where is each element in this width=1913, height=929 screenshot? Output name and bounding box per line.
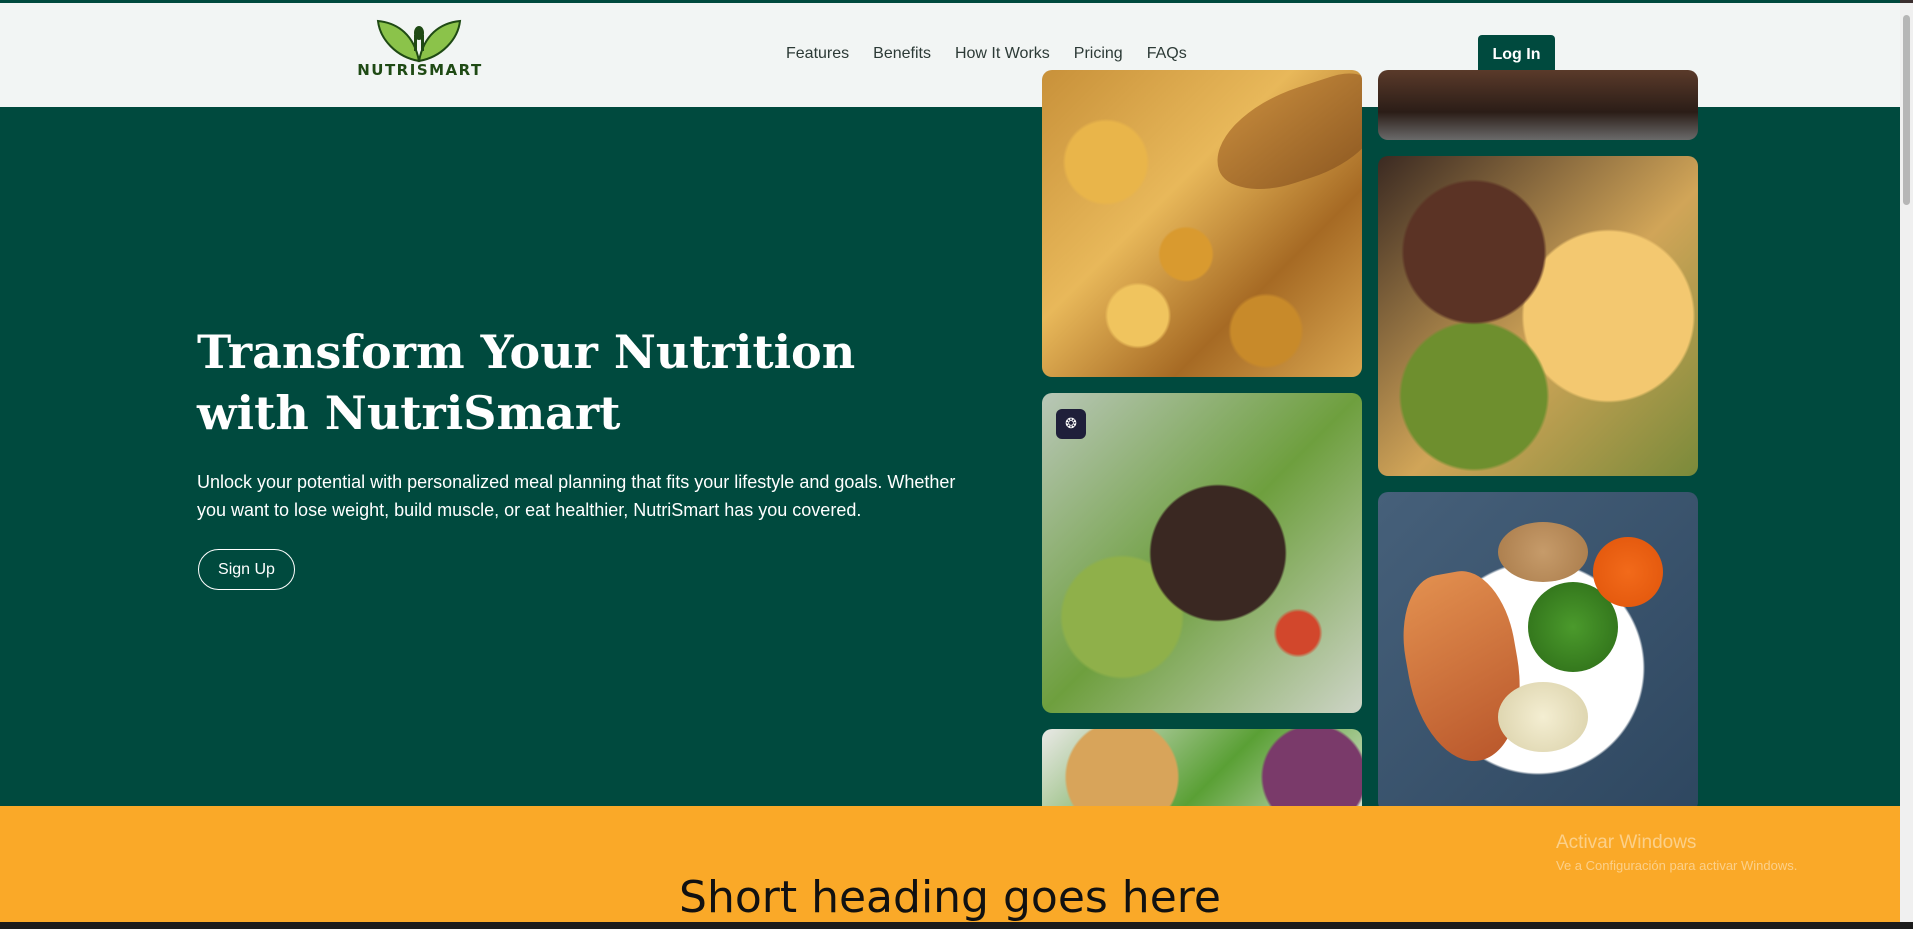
nav-features[interactable]: Features [786, 45, 849, 63]
rice [1498, 522, 1588, 582]
watermark-subtitle: Ve a Configuración para activar Windows. [1556, 858, 1798, 873]
roasted-potatoes-image [1042, 70, 1362, 377]
brand-name: NUTRISMART [357, 61, 483, 79]
steak-salad-image: ❂ [1042, 393, 1362, 713]
wooden-spoon [1202, 70, 1362, 205]
steak-mac-broccoli-image [1378, 156, 1698, 476]
nav-pricing[interactable]: Pricing [1074, 45, 1123, 63]
vertical-scrollbar[interactable] [1900, 3, 1913, 922]
nav-faqs[interactable]: FAQs [1147, 45, 1187, 63]
nutrismart-logo[interactable]: NUTRISMART [350, 17, 490, 81]
windows-activation-watermark: Activar Windows Ve a Configuración para … [1556, 832, 1797, 873]
secondary-section: Short heading goes here Activar Windows … [0, 806, 1900, 922]
image-badge-icon[interactable]: ❂ [1056, 409, 1086, 439]
hero-title: Transform Your Nutrition with NutriSmart [197, 325, 856, 440]
main-nav: Features Benefits How It Works Pricing F… [786, 45, 1187, 63]
login-button[interactable]: Log In [1478, 35, 1555, 75]
nav-how-it-works[interactable]: How It Works [955, 45, 1050, 63]
steak-image [1378, 70, 1698, 140]
leaf-fork-icon [376, 19, 462, 63]
scrollbar-thumb[interactable] [1903, 15, 1910, 205]
section-heading: Short heading goes here [679, 872, 1221, 922]
shredded-carrot [1593, 537, 1663, 607]
nav-benefits[interactable]: Benefits [873, 45, 931, 63]
page: NUTRISMART Features Benefits How It Work… [0, 0, 1900, 922]
signup-button[interactable]: Sign Up [198, 549, 295, 590]
taskbar-edge [0, 922, 1913, 929]
fish-plate-image [1378, 492, 1698, 812]
cauliflower [1498, 682, 1588, 752]
hero-description: Unlock your potential with personalized … [197, 472, 956, 520]
watermark-title: Activar Windows [1556, 832, 1697, 853]
